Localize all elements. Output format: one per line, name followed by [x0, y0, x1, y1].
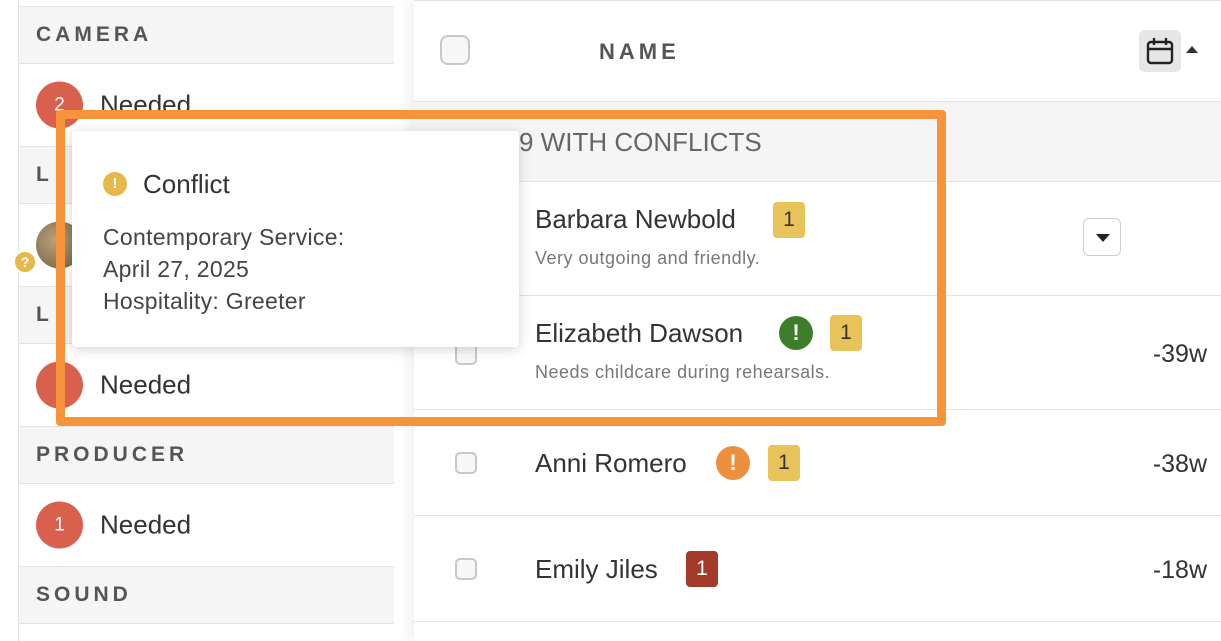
table-row[interactable]: Elizabeth Dawson ! 1 Needs childcare dur…	[414, 296, 1221, 410]
role-row[interactable]: Needed	[19, 344, 394, 426]
tooltip-line: April 27, 2025	[103, 256, 250, 282]
person-name[interactable]: Elizabeth Dawson	[535, 318, 743, 349]
status-warning-icon[interactable]: !	[716, 446, 750, 480]
section-header-producer: PRODUCER	[19, 426, 394, 484]
section-title: CAMERA	[36, 23, 153, 46]
role-row-producer[interactable]: 1 Needed	[19, 484, 394, 566]
last-served-weeks: -38w	[1152, 450, 1207, 478]
conflict-count-badge[interactable]: 1	[773, 202, 805, 238]
needed-count-circle	[36, 361, 83, 409]
tooltip-line: Hospitality: Greeter	[103, 288, 306, 314]
section-header-camera: CAMERA	[19, 6, 394, 64]
needed-count-circle: 2	[36, 81, 83, 129]
group-label: 9 WITH CONFLICTS	[519, 127, 762, 157]
section-title: L	[36, 163, 53, 186]
row-checkbox[interactable]	[455, 452, 477, 474]
section-title: L	[36, 303, 53, 326]
conflict-count-badge[interactable]: 1	[768, 445, 800, 481]
tooltip-line: Contemporary Service:	[103, 224, 345, 250]
calendar-sort-button[interactable]	[1139, 30, 1181, 72]
calendar-icon	[1146, 38, 1174, 65]
conflict-count-badge[interactable]: 1	[830, 315, 862, 351]
person-name[interactable]: Barbara Newbold	[535, 204, 736, 235]
section-title: SOUND	[36, 583, 132, 606]
name-column-header[interactable]: NAME	[599, 39, 680, 65]
needed-count-circle: 1	[36, 501, 83, 549]
person-note: Very outgoing and friendly.	[535, 248, 761, 268]
person-name[interactable]: Emily Jiles	[535, 554, 658, 585]
conflict-warning-icon: !	[103, 172, 127, 196]
table-header: NAME	[414, 0, 1221, 102]
select-all-checkbox[interactable]	[440, 35, 470, 65]
conflict-tooltip: ! Conflict Contemporary Service: April 2…	[72, 131, 519, 347]
last-served-weeks: -39w	[1152, 340, 1207, 368]
row-checkbox[interactable]	[455, 558, 477, 580]
sort-ascending-icon[interactable]	[1186, 46, 1198, 53]
section-header-sound: SOUND	[19, 566, 394, 624]
people-table: NAME 9 WITH CONFLICTS Barbara Newbold 1 …	[414, 0, 1221, 641]
person-note: Needs childcare during rehearsals.	[535, 362, 831, 382]
last-served-weeks: -18w	[1152, 556, 1207, 584]
table-row[interactable]: Emily Jiles 1 -18w	[414, 516, 1221, 622]
role-status-label: Needed	[100, 89, 192, 120]
table-row[interactable]: Anni Romero ! 1 -38w	[414, 410, 1221, 516]
section-title: PRODUCER	[36, 443, 189, 466]
role-status-label: Needed	[100, 509, 192, 540]
conflict-group-header[interactable]: 9 WITH CONFLICTS	[414, 102, 1221, 182]
question-icon: ?	[13, 250, 37, 274]
conflict-count-badge[interactable]: 1	[686, 551, 718, 587]
row-actions-dropdown[interactable]	[1083, 218, 1121, 256]
role-status-label: Needed	[100, 369, 192, 400]
status-ok-icon[interactable]: !	[779, 316, 813, 350]
tooltip-title: Conflict	[143, 169, 230, 199]
person-name[interactable]: Anni Romero	[535, 448, 687, 479]
